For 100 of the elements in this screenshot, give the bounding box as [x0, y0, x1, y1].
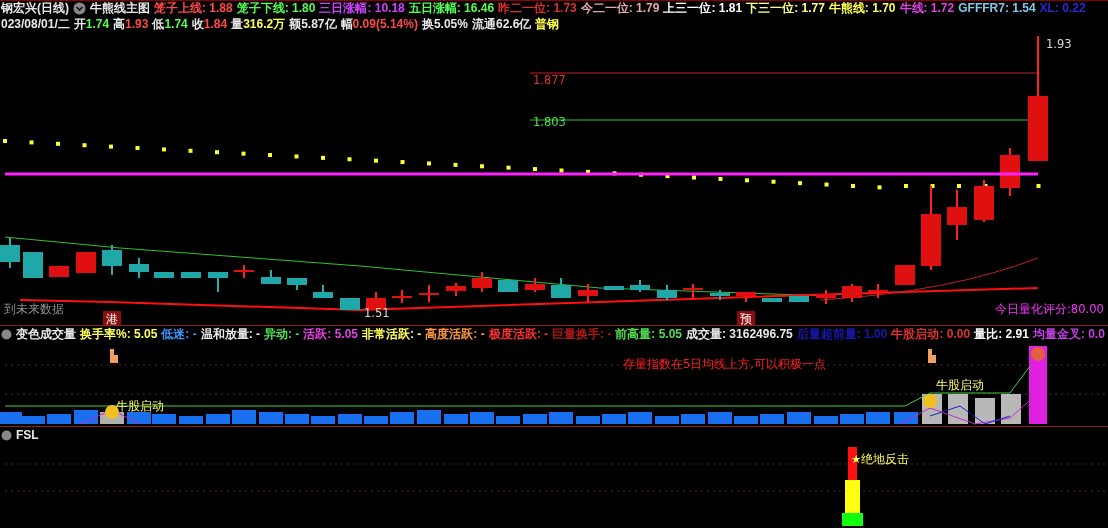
- indicator-value: 量比: 2.91: [974, 327, 1029, 342]
- volume-bar: [364, 416, 388, 424]
- quote-field: 换5.05%: [421, 16, 468, 32]
- volume-bar: [734, 416, 758, 424]
- volume-bar: [232, 410, 256, 424]
- volume-bar: [1001, 394, 1021, 424]
- price-level-label: 1.877: [533, 73, 566, 87]
- panel-title: FSL: [16, 428, 39, 443]
- volume-bar: [628, 412, 652, 424]
- candlestick: [710, 289, 730, 301]
- volume-bar: [74, 410, 98, 424]
- volume-bar: [549, 412, 573, 424]
- indicator-value: 下三一位: 1.77: [746, 1, 825, 16]
- panel-toggle-icon[interactable]: [1, 329, 12, 340]
- panel-toggle-icon[interactable]: [1, 430, 12, 441]
- candlestick: [1000, 147, 1020, 197]
- candlestick: [340, 297, 360, 311]
- volume-bar: [311, 416, 335, 424]
- indicator-value: 五日涨幅: 16.46: [408, 1, 495, 16]
- candlestick: [23, 251, 43, 279]
- high-price-label: 1.93: [1046, 37, 1072, 51]
- volume-bar: [576, 416, 600, 424]
- candlestick: [129, 257, 149, 279]
- stock-title: 钢宏兴(日线): [1, 1, 69, 16]
- candlestick: [630, 279, 650, 293]
- candlestick: [208, 271, 228, 293]
- candlestick: [868, 283, 888, 299]
- candlestick: [816, 289, 836, 305]
- indicator-value: 活跃: 5.05: [303, 327, 359, 342]
- candlestick: [657, 284, 677, 301]
- volume-bar: [681, 414, 705, 424]
- indicator-value: GFFFR7: 1.54: [958, 1, 1036, 16]
- marker-badge: 港: [103, 311, 121, 325]
- candlestick: [181, 271, 201, 279]
- volume-bar: [655, 416, 679, 424]
- indicator-value: 低迷: -: [161, 327, 197, 342]
- candlestick: [895, 264, 915, 286]
- volume-bar: [444, 414, 468, 424]
- candlestick: [313, 284, 333, 299]
- quote-field: 额5.87亿: [289, 16, 337, 32]
- candlestick: [842, 283, 862, 303]
- volume-bar: [206, 414, 230, 424]
- candlestick: [261, 269, 281, 285]
- candlestick: [234, 264, 254, 279]
- volume-bar: [470, 412, 494, 424]
- candlestick: [789, 295, 809, 303]
- date-label: 023/08/01/二: [1, 16, 70, 32]
- volume-note: 存量指数在5日均线上方,可以积极一点: [623, 357, 826, 371]
- candlestick: [392, 289, 412, 304]
- candlestick: [419, 284, 439, 303]
- price-level-label: 1.803: [533, 115, 566, 129]
- indicator-value: 笼子上线: 1.88: [154, 1, 233, 16]
- indicator-value: 异动: -: [264, 327, 300, 342]
- volume-bar: [866, 412, 890, 424]
- candlestick: [446, 282, 466, 297]
- quote-field: 流通62.6亿: [471, 16, 532, 32]
- candlestick: [551, 277, 571, 299]
- candlestick: [0, 237, 20, 269]
- volume-bar: [894, 412, 918, 424]
- indicator-value: XL: 0.22: [1039, 1, 1086, 16]
- volume-bar: [708, 412, 732, 424]
- indicator-value: 温和放量: -: [200, 327, 260, 342]
- indicator-value: 巨量换手: -: [552, 327, 612, 342]
- volume-bar: [787, 412, 811, 424]
- candlestick: [287, 277, 307, 291]
- volume-bar: [390, 412, 414, 424]
- volume-bar: [760, 414, 784, 424]
- volume-bar: [285, 414, 309, 424]
- indicator-value: 高度活跃: -: [425, 327, 485, 342]
- candlestick: [154, 271, 174, 279]
- candlestick: [525, 277, 545, 293]
- volume-bar: [496, 416, 520, 424]
- candlestick: [49, 265, 69, 278]
- low-price-label: 1.51: [364, 306, 390, 320]
- candlestick: [762, 297, 782, 303]
- indicator-value: 牛股启动: 0.00: [891, 327, 971, 342]
- indicator-value: 换手率%: 5.05: [80, 327, 158, 342]
- quote-field: 高1.93: [113, 16, 149, 32]
- volume-bar: [259, 412, 283, 424]
- volume-bar: [127, 412, 151, 424]
- dropdown-icon[interactable]: [73, 2, 86, 15]
- candlestick: [974, 179, 994, 223]
- quote-field: 低1.74: [152, 16, 188, 32]
- indicator-value: 极度活跃: -: [488, 327, 548, 342]
- volume-bar: [840, 414, 864, 424]
- volume-bar: [338, 414, 362, 424]
- volume-bar: [47, 414, 71, 424]
- indicator-value: 笼子下线: 1.80: [236, 1, 316, 16]
- indicator-value: 牛线: 1.72: [899, 1, 955, 16]
- volume-bar: [417, 410, 441, 424]
- candlestick: [578, 283, 598, 303]
- future-data-note: 到未来数据: [4, 302, 64, 316]
- volume-bar: [602, 414, 626, 424]
- sector-label: 普钢: [535, 16, 560, 32]
- volume-bar: [523, 414, 547, 424]
- quote-field: 收1.84: [191, 16, 228, 32]
- indicator-value: 后量超前量: 1.00: [796, 327, 888, 342]
- volume-bar: [975, 398, 995, 424]
- candlestick: [102, 244, 122, 276]
- panel-title: 变色成交量: [16, 327, 76, 342]
